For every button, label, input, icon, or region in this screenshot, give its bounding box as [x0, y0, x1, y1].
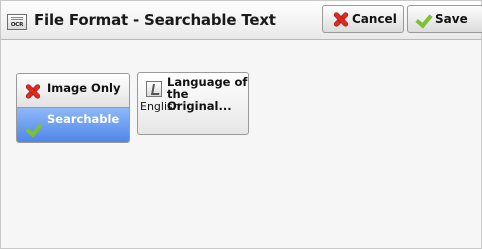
option-label: Image Only [47, 81, 121, 95]
dialog: OCR File Format - Searchable Text Cancel… [0, 0, 482, 249]
language-icon [146, 81, 162, 97]
option-image-only[interactable]: Image Only [17, 74, 129, 108]
close-icon [25, 84, 40, 99]
language-of-original-button[interactable]: Language of the Original... English [137, 72, 249, 135]
close-icon [333, 12, 348, 27]
option-label: Searchable [47, 112, 120, 126]
page-title: File Format - Searchable Text [34, 11, 276, 29]
cancel-label: Cancel [352, 12, 397, 26]
option-searchable[interactable]: Searchable [17, 108, 129, 142]
save-label: Save [435, 12, 468, 26]
save-button[interactable]: Save [407, 5, 482, 33]
ocr-icon: OCR [7, 14, 27, 30]
language-value: English [140, 100, 180, 113]
file-format-options: Image Only Searchable [16, 73, 130, 143]
cancel-button[interactable]: Cancel [322, 5, 404, 33]
check-icon [25, 121, 41, 135]
title-bar: OCR File Format - Searchable Text Cancel… [1, 1, 482, 40]
check-icon [415, 12, 431, 26]
